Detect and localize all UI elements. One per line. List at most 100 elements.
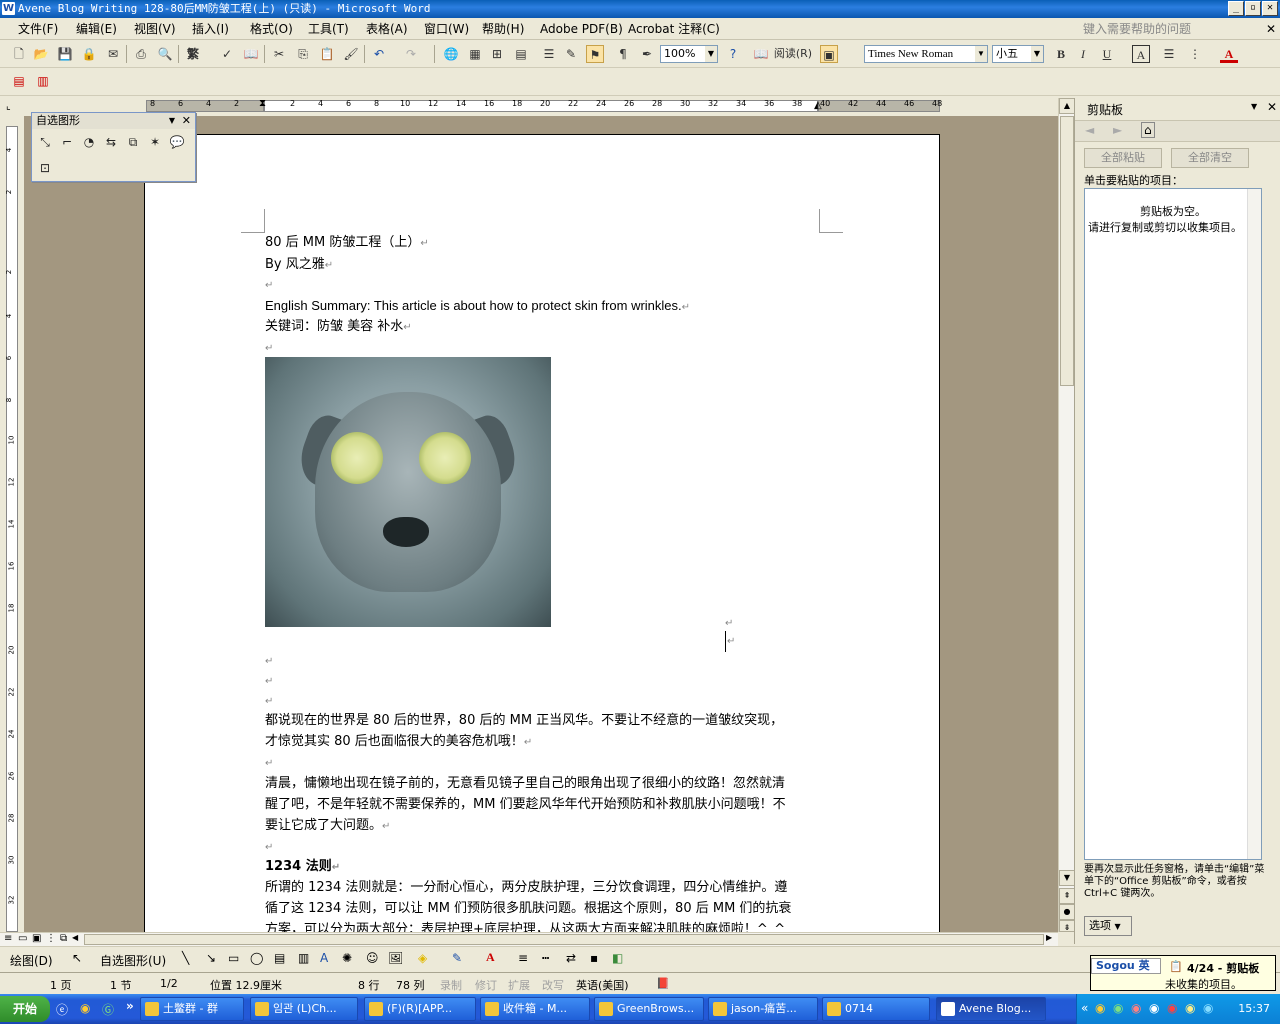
clear-all-button[interactable]: 全部清空 [1171,148,1249,168]
clipboard-list[interactable]: 剪贴板为空。 请进行复制或剪切以收集项目。 [1084,188,1262,860]
wordart-icon[interactable]: A [320,951,328,965]
maximize-button[interactable]: ▫ [1245,1,1261,16]
close-document-button[interactable]: ✕ [1266,21,1276,37]
tray-app-icon[interactable]: ◉ [1131,1001,1141,1015]
taskbar-item-active[interactable]: Avene Blog... [936,997,1046,1021]
taskbar-item[interactable]: (F)(R)[APP... [364,997,476,1021]
quick-launch-ie-icon[interactable]: ⓔ [56,1001,68,1018]
tray-app-icon[interactable]: ◉ [1149,1001,1159,1015]
normal-view-icon[interactable]: ≡ [4,933,12,944]
right-indent-marker-icon[interactable]: ◭ [814,100,822,111]
help-search-input[interactable]: 键入需要帮助的问题 [1083,21,1263,37]
connectors-icon[interactable]: ⌐ [58,133,76,151]
underline-button[interactable]: U [1098,45,1116,63]
status-language[interactable]: 英语(美国) [576,977,629,993]
vertical-scrollbar[interactable]: ▲ ▼ ⇞ ● ⇟ [1058,98,1075,932]
reading-view-icon[interactable]: ⧉ [60,933,67,944]
taskbar-item[interactable]: jason-痛苦... [708,997,818,1021]
copy-icon[interactable]: ⎘ [294,45,312,63]
font-size-select[interactable]: 小五 ▼ [992,45,1044,63]
convert-to-pdf-icon[interactable]: ▤ [10,72,28,90]
word-app-icon[interactable]: W [2,2,15,15]
indent-marker-icon[interactable]: ⧗ [259,98,266,109]
print-preview-icon[interactable]: 🔍 [156,45,174,63]
arrow-icon[interactable]: ↘ [206,951,216,965]
permission-icon[interactable]: 🔒 [80,45,98,63]
font-color-button[interactable]: A [1220,45,1238,63]
document-map-icon[interactable]: ⚑ [586,45,604,63]
scroll-up-icon[interactable]: ▲ [1059,98,1075,114]
draw-menu-button[interactable]: 绘图(D) [10,952,53,969]
back-icon[interactable]: ◄ [1085,123,1094,137]
clipboard-notification[interactable]: Sogou 英 📋 4/24 - 剪贴板 未收集的项目。 [1090,955,1276,991]
char-border-button[interactable]: A [1132,45,1150,63]
research-icon[interactable]: 📖 [242,45,260,63]
autoshape-toolbar-title[interactable]: 自选图形 ▼ ✕ [32,113,195,129]
highlight-icon[interactable]: ▣ [820,45,838,63]
home-icon[interactable]: ⌂ [1141,122,1155,138]
scroll-left-icon[interactable]: ◀ [72,933,78,942]
close-icon[interactable]: ✕ [182,113,191,129]
menu-insert[interactable]: 插入(I) [192,21,229,37]
options-button[interactable]: 选项 ▼ [1084,916,1132,936]
fill-color-icon[interactable]: ◈ [418,951,427,965]
flowchart-icon[interactable]: ⧉ [124,133,142,151]
text-box-icon[interactable]: ▤ [274,951,285,965]
print-icon[interactable]: ⎙ [132,45,150,63]
line-style-icon[interactable]: ≡ [518,951,528,965]
oval-icon[interactable]: ◯ [250,951,263,965]
taskbar-item[interactable]: GreenBrows... [594,997,704,1021]
ink-icon[interactable]: ✒ [638,45,656,63]
vertical-text-box-icon[interactable]: ▥ [298,951,309,965]
font-name-select[interactable]: Times New Roman ▼ [864,45,988,63]
autoshapes-menu-button[interactable]: 自选图形(U) [100,952,166,969]
tray-app-icon[interactable]: ◉ [1113,1001,1123,1015]
ime-indicator[interactable]: Sogou 英 [1091,958,1161,974]
quick-launch-qq-icon[interactable]: ◉ [80,1001,90,1015]
status-extend[interactable]: 扩展 [508,977,530,993]
scroll-thumb[interactable] [1060,116,1074,386]
select-objects-icon[interactable]: ↖ [72,951,82,965]
undo-icon[interactable]: ↶ [370,45,388,63]
more-quick-launch-icon[interactable]: » [126,999,134,1013]
stars-banners-icon[interactable]: ✶ [146,133,164,151]
spelling-icon[interactable]: ✓ [218,45,236,63]
callouts-icon[interactable]: 💬 [168,133,186,151]
menu-table[interactable]: 表格(A) [366,21,408,37]
start-button[interactable]: 开始 [0,996,50,1022]
clip-art-icon[interactable]: ☺ [366,951,379,965]
document-page[interactable]: 80 后 MM 防皱工程（上）↵ By 风之雅↵ ↵ English Summa… [144,134,940,932]
more-autoshapes-icon[interactable]: ⊡ [36,159,54,177]
block-arrows-icon[interactable]: ⇆ [102,133,120,151]
draw-font-color-icon[interactable]: A [486,950,495,965]
horizontal-scrollbar[interactable]: ≡ ▭ ▣ ⋮ ⧉ ◀ ▶ [0,932,1058,946]
line-color-icon[interactable]: ✎ [452,951,462,965]
chevron-down-icon[interactable]: ▼ [169,113,175,129]
hyperlink-icon[interactable]: 🌐 [442,45,460,63]
drawing-icon[interactable]: ✎ [562,45,580,63]
menu-help[interactable]: 帮助(H) [482,21,524,37]
italic-button[interactable]: I [1074,45,1092,63]
rectangle-icon[interactable]: ▭ [228,951,239,965]
menu-view[interactable]: 视图(V) [134,21,176,37]
redo-icon[interactable]: ↷ [402,45,420,63]
numbering-icon[interactable]: ⋮ [1186,45,1204,63]
browse-object-icon[interactable]: ● [1059,904,1075,920]
tray-expand-icon[interactable]: « [1081,1001,1088,1015]
read-mode-button[interactable]: 阅读(R) [770,45,816,63]
document-area[interactable]: 80 后 MM 防皱工程（上）↵ By 风之雅↵ ↵ English Summa… [24,116,1058,932]
next-page-icon[interactable]: ⇟ [1059,920,1075,932]
web-view-icon[interactable]: ▭ [18,933,27,944]
previous-page-icon[interactable]: ⇞ [1059,888,1075,904]
menu-edit[interactable]: 编辑(E) [76,21,117,37]
status-overtype[interactable]: 改写 [542,977,564,993]
bold-button[interactable]: B [1052,45,1070,63]
status-record[interactable]: 录制 [440,977,462,993]
tray-network-icon[interactable]: ◉ [1203,1001,1213,1015]
align-center-icon[interactable]: ☰ [1160,45,1178,63]
open-folder-icon[interactable]: 📂 [32,45,50,63]
email-icon[interactable]: ✉ [104,45,122,63]
taskbar-item[interactable]: 0714 [822,997,930,1021]
traditional-chinese-button[interactable]: 繁 [184,45,202,63]
zoom-select[interactable]: 100% ▼ [660,45,718,63]
